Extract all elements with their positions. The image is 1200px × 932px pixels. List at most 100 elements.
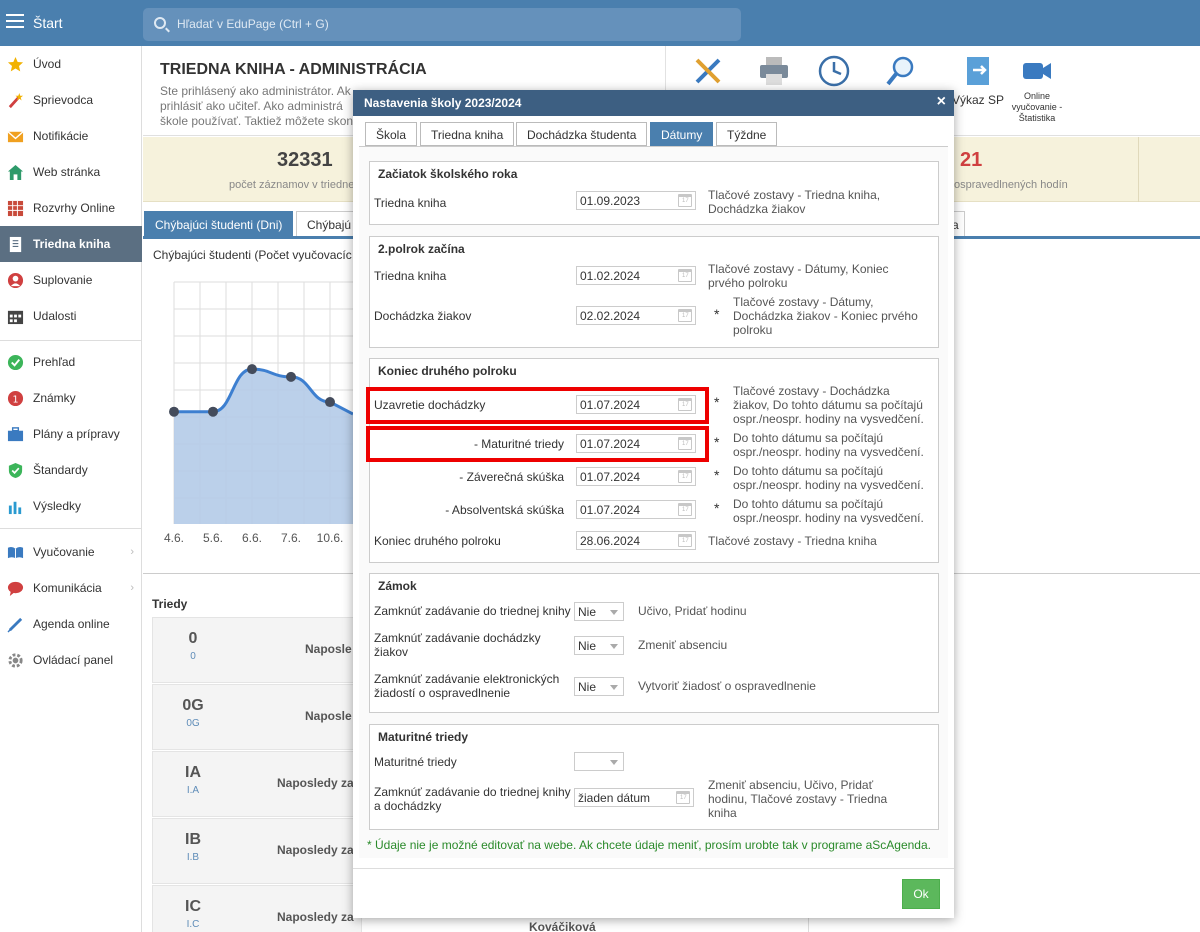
tab-dochadzka-studenta[interactable]: Dochádzka študenta xyxy=(516,122,648,146)
field-label: Zamknúť zadávanie do triednej knihy xyxy=(374,604,571,618)
class-card[interactable]: IC I.C Naposledy za xyxy=(152,885,362,932)
tab-datumy[interactable]: Dátumy xyxy=(650,122,714,146)
stat-records-count: 32331 xyxy=(277,149,333,171)
search-tool-button[interactable] xyxy=(884,54,918,91)
tools-icon xyxy=(695,58,721,84)
vykaz-sp-button[interactable]: Výkaz SP xyxy=(948,54,1008,107)
sidebar-item-label: Známky xyxy=(33,391,76,405)
date-input-absolventska[interactable]: 01.07.2024 xyxy=(576,500,696,519)
sidebar-item-triedna-kniha[interactable]: Triedna kniha xyxy=(0,226,142,262)
search-icon xyxy=(154,17,166,29)
date-input-maturitne[interactable]: 01.07.2024 xyxy=(576,434,696,453)
calendar-icon[interactable] xyxy=(678,309,692,322)
hamburger-menu-icon[interactable] xyxy=(6,14,24,28)
sidebar-item-notifikacie[interactable]: Notifikácie xyxy=(0,118,142,154)
sidebar-item-prehlad[interactable]: Prehľad xyxy=(0,344,142,380)
sidebar-item-agenda[interactable]: Agenda online xyxy=(0,606,142,642)
tab-skola[interactable]: Škola xyxy=(365,122,418,146)
grade-icon: 1 xyxy=(7,390,24,407)
triedy-heading: Triedy xyxy=(152,597,188,611)
chart-point[interactable] xyxy=(247,364,257,375)
tab-chybajuci-dni[interactable]: Chýbajúci študenti (Dni) xyxy=(144,211,294,236)
sidebar-item-sprievodca[interactable]: Sprievodca xyxy=(0,82,142,118)
x-tick-label: 7.6. xyxy=(281,531,301,545)
sidebar-item-label: Úvod xyxy=(33,57,62,71)
sidebar-item-web-stranka[interactable]: Web stránka xyxy=(0,154,142,190)
section-title: Zámok xyxy=(378,579,417,593)
class-card[interactable]: IB I.B Naposledy za xyxy=(152,818,362,884)
date-input-zaverecna[interactable]: 01.07.2024 xyxy=(576,467,696,486)
print-button[interactable] xyxy=(757,54,791,91)
start-link[interactable]: Štart xyxy=(33,15,63,31)
sidebar-item-label: Notifikácie xyxy=(33,129,89,143)
tools-button[interactable] xyxy=(691,54,725,91)
section-title: Maturitné triedy xyxy=(378,730,469,744)
sidebar-item-vysledky[interactable]: Výsledky xyxy=(0,488,142,524)
field-note: Do tohto dátumu sa počítajú ospr./neospr… xyxy=(733,431,924,459)
search-input[interactable]: Hľadať v EduPage (Ctrl + G) xyxy=(143,8,741,41)
open-book-icon xyxy=(7,547,24,559)
field-label: Dochádzka žiakov xyxy=(374,309,472,323)
sidebar-item-vyucovanie[interactable]: Vyučovanie › xyxy=(0,534,142,570)
chart-point[interactable] xyxy=(286,371,296,382)
close-icon[interactable]: × xyxy=(937,93,946,111)
field-label: Triedna kniha xyxy=(374,269,447,283)
class-card[interactable]: IA I.A Naposledy za xyxy=(152,751,362,817)
sidebar-item-rozvrhy[interactable]: Rozvrhy Online xyxy=(0,190,142,226)
star-icon xyxy=(7,56,24,72)
chart-point[interactable] xyxy=(169,406,179,417)
clock-button[interactable] xyxy=(817,54,851,91)
class-card[interactable]: 0 0 Naposle xyxy=(152,617,362,683)
sidebar-item-uvod[interactable]: Úvod xyxy=(0,46,142,82)
date-input-2polrok-dochadzka[interactable]: 02.02.2024 xyxy=(576,306,696,325)
section-zamok: Zámok Zamknúť zadávanie do triednej knih… xyxy=(369,573,939,713)
chart-point[interactable] xyxy=(325,397,335,408)
maturitne-triedy-select[interactable] xyxy=(574,752,624,771)
sidebar-item-udalosti[interactable]: Udalosti xyxy=(0,298,142,334)
calendar-icon[interactable] xyxy=(678,470,692,483)
calendar-icon[interactable] xyxy=(678,503,692,516)
wand-icon xyxy=(8,92,24,109)
sidebar-item-label: Vyučovanie xyxy=(33,545,95,559)
date-input-koniec[interactable]: 28.06.2024 xyxy=(576,531,696,550)
person-icon xyxy=(7,272,24,289)
house-icon xyxy=(7,164,24,181)
calendar-icon[interactable] xyxy=(678,437,692,450)
chart-point[interactable] xyxy=(208,406,218,417)
sidebar-item-ovladaci-panel[interactable]: Ovládací panel xyxy=(0,642,142,678)
tab-triedna-kniha[interactable]: Triedna kniha xyxy=(420,122,515,146)
date-input-zaciatok[interactable]: 01.09.2023 xyxy=(576,191,696,210)
date-input-2polrok-kniha[interactable]: 01.02.2024 xyxy=(576,266,696,285)
tab-tyzdne[interactable]: Týždne xyxy=(716,122,778,146)
lock-ziadosti-select[interactable]: Nie xyxy=(574,677,624,696)
chart-title: Chýbajúci študenti (Počet vyučovacíc xyxy=(153,248,352,262)
ok-button[interactable]: Ok xyxy=(902,879,940,909)
field-label: Maturitné triedy xyxy=(374,755,457,769)
calendar-icon[interactable] xyxy=(678,269,692,282)
class-card[interactable]: 0G 0G Naposle xyxy=(152,684,362,750)
absence-chart: 4.6. 5.6. 6.6. 7.6. 10.6. xyxy=(164,281,353,545)
envelope-icon xyxy=(7,131,24,143)
sidebar-item-suplovanie[interactable]: Suplovanie xyxy=(0,262,142,298)
lock-kniha-select[interactable]: Nie xyxy=(574,602,624,621)
online-vyucovanie-button[interactable]: Online vyučovanie - Štatistika xyxy=(1006,54,1068,124)
sidebar-item-label: Ovládací panel xyxy=(33,653,114,667)
dialog-title: Nastavenia školy 2023/2024 xyxy=(364,96,522,110)
sidebar-item-label: Výsledky xyxy=(33,499,82,513)
calendar-icon[interactable] xyxy=(676,791,690,804)
calendar-icon[interactable] xyxy=(678,194,692,207)
sidebar-item-komunikacia[interactable]: Komunikácia › xyxy=(0,570,142,606)
sidebar-item-znamky[interactable]: 1 Známky xyxy=(0,380,142,416)
gear-icon xyxy=(8,653,23,668)
stat-records-label: počet záznamov v triedne xyxy=(229,179,355,191)
date-input-uzavretie[interactable]: 01.07.2024 xyxy=(576,395,696,414)
lock-dochadzka-select[interactable]: Nie xyxy=(574,636,624,655)
date-input-maturitne-lock[interactable]: žiaden dátum xyxy=(574,788,694,807)
calendar-icon[interactable] xyxy=(678,534,692,547)
calendar-icon[interactable] xyxy=(678,398,692,411)
sidebar-item-standardy[interactable]: Štandardy xyxy=(0,452,142,488)
sidebar-item-plany[interactable]: Plány a prípravy xyxy=(0,416,142,452)
sidebar: Úvod Sprievodca Notifikácie Web stránka … xyxy=(0,46,142,932)
sidebar-item-label: Suplovanie xyxy=(33,273,93,287)
field-note: Učivo, Pridať hodinu xyxy=(638,604,747,618)
